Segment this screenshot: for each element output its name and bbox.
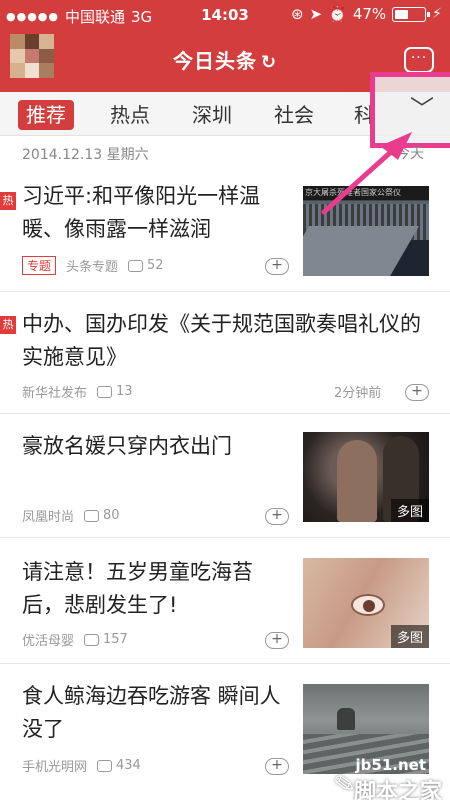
add-button[interactable]: + bbox=[405, 384, 429, 401]
feed-item-meta: 新华社发布 13 bbox=[22, 382, 133, 401]
hot-badge: 热 bbox=[0, 192, 16, 210]
charging-icon: ⚡ bbox=[432, 6, 442, 22]
comment-icon bbox=[84, 633, 100, 646]
watermark-site: jb51.net bbox=[355, 756, 426, 774]
battery-percent: 47% bbox=[352, 5, 387, 23]
feed-item-time: 2分钟前 bbox=[334, 386, 382, 401]
feed-item-title[interactable]: 习近平:和平像阳光一样温暖、像雨露一样滋润 bbox=[22, 180, 294, 246]
feed-item-meta: 凤凰时尚 80 bbox=[22, 506, 120, 525]
add-button[interactable]: + bbox=[265, 632, 289, 649]
add-button[interactable]: + bbox=[265, 258, 289, 275]
battery-level bbox=[395, 9, 409, 19]
tab-shenzhen[interactable]: 深圳 bbox=[192, 100, 232, 130]
status-bar: ●●●●● 中国联通 3G 14:03 ⊛ ➤ ⏰ 47% ⚡ bbox=[0, 0, 450, 30]
comment-count: 13 bbox=[97, 384, 133, 399]
rotation-lock-icon: ⊛ bbox=[290, 5, 304, 23]
comment-icon bbox=[128, 259, 144, 272]
comment-icon bbox=[97, 759, 113, 772]
comment-count-value: 13 bbox=[116, 384, 133, 399]
feed-item[interactable]: 热 中办、国办印发《关于规范国歌奏唱礼仪的实施意见》 新华社发布 13 2分钟前… bbox=[0, 292, 450, 414]
comment-count: 157 bbox=[84, 632, 128, 647]
chevron-down-icon[interactable]: ﹀ bbox=[409, 96, 435, 122]
feed-item-source: 头条专题 bbox=[66, 260, 119, 275]
watermark: ✎ jb51.net 脚本之家 bbox=[322, 720, 450, 800]
comment-count: 80 bbox=[84, 508, 120, 523]
feed-item-title[interactable]: 豪放名媛只穿内衣出门 bbox=[22, 430, 294, 463]
feed-item-source: 手机光明网 bbox=[22, 760, 88, 775]
feed-item-source: 新华社发布 bbox=[22, 386, 88, 401]
status-right: ⊛ ➤ ⏰ 47% ⚡ bbox=[291, 5, 442, 23]
multi-image-badge: 多图 bbox=[390, 625, 429, 648]
comment-count-value: 434 bbox=[116, 758, 141, 773]
feed-item[interactable]: 豪放名媛只穿内衣出门 凤凰时尚 80 + 多图 bbox=[0, 414, 450, 538]
add-button[interactable]: + bbox=[265, 758, 289, 775]
feed-item-thumbnail[interactable]: 多图 bbox=[303, 558, 429, 648]
feed-item-source: 优活母婴 bbox=[22, 634, 75, 649]
feed-date: 2014.12.13 星期六 bbox=[22, 147, 149, 163]
message-button[interactable]: ··· bbox=[404, 47, 434, 73]
feed-item-meta: 手机光明网 434 bbox=[22, 756, 141, 775]
tab-hot[interactable]: 热点 bbox=[110, 100, 150, 130]
app-title-text: 今日头条 bbox=[172, 49, 257, 73]
refresh-icon[interactable]: ↻ bbox=[261, 52, 277, 73]
chat-bubble-icon: ··· bbox=[410, 50, 428, 66]
tab-recommend[interactable]: 推荐 bbox=[18, 100, 74, 130]
hot-badge: 热 bbox=[0, 316, 16, 334]
feed-item-meta: 专题 头条专题 52 bbox=[22, 256, 164, 275]
comment-count: 434 bbox=[97, 758, 141, 773]
feed-item-title[interactable]: 食人鲸海边吞吃游客 瞬间人没了 bbox=[22, 680, 294, 746]
feed-item[interactable]: 热 习近平:和平像阳光一样温暖、像雨露一样滋润 专题 头条专题 52 + 京大屠… bbox=[0, 166, 450, 292]
feed-item-title[interactable]: 中办、国办印发《关于规范国歌奏唱礼仪的实施意见》 bbox=[22, 308, 437, 374]
alarm-icon: ⏰ bbox=[328, 5, 347, 23]
comment-count-value: 80 bbox=[103, 508, 120, 523]
add-button[interactable]: + bbox=[265, 508, 289, 525]
feed-item-source: 凤凰时尚 bbox=[22, 510, 75, 525]
thumbnail-caption: 京大屠杀死难者国家公祭仪 bbox=[303, 186, 429, 200]
comment-count-value: 157 bbox=[103, 632, 128, 647]
feed-item[interactable]: 请注意！五岁男童吃海苔后，悲剧发生了! 优活母婴 157 + 多图 bbox=[0, 538, 450, 664]
comment-icon bbox=[84, 509, 100, 522]
location-icon: ➤ bbox=[309, 5, 323, 23]
multi-image-badge: 多图 bbox=[390, 499, 429, 522]
app-title: 今日头条 ↻ bbox=[0, 45, 450, 74]
topic-tag[interactable]: 专题 bbox=[22, 256, 57, 275]
feed-item-thumbnail[interactable]: 多图 bbox=[303, 432, 429, 522]
tab-society[interactable]: 社会 bbox=[274, 100, 314, 130]
feed-item-thumbnail[interactable]: 京大屠杀死难者国家公祭仪 bbox=[303, 186, 429, 276]
watermark-name: 脚本之家 bbox=[353, 780, 442, 800]
feed-date-label: 今天 bbox=[396, 146, 424, 162]
feed-item-meta: 优活母婴 157 bbox=[22, 630, 128, 649]
comment-icon bbox=[97, 385, 113, 398]
comment-count: 52 bbox=[128, 258, 164, 273]
feed-item-title[interactable]: 请注意！五岁男童吃海苔后，悲剧发生了! bbox=[22, 556, 294, 622]
battery-icon bbox=[392, 6, 431, 22]
comment-count-value: 52 bbox=[147, 258, 164, 273]
